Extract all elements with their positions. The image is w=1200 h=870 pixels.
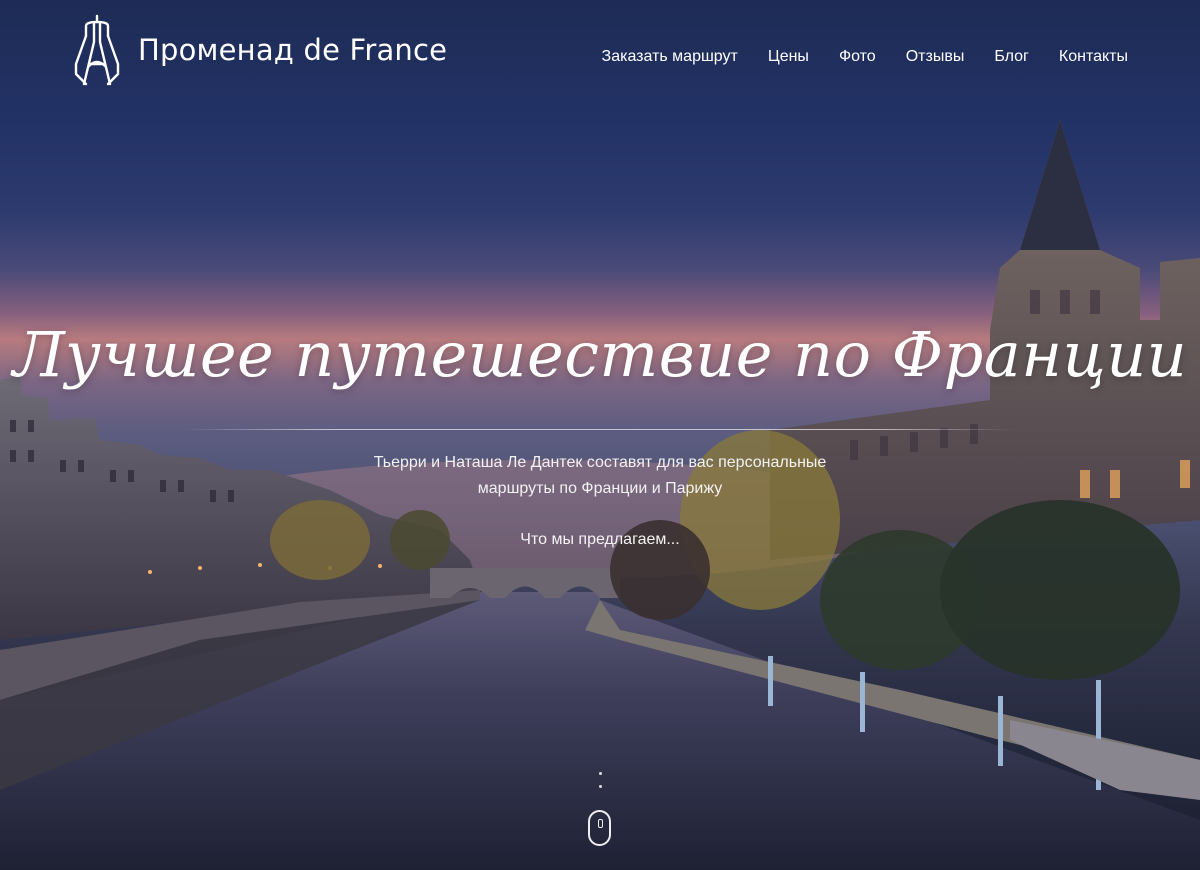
nav-item-blog[interactable]: Блог [994,48,1029,66]
hero-headline: Лучшее путешествие по Франции [12,318,1188,391]
hero-divider [185,429,1015,430]
nav-item-order-route[interactable]: Заказать маршрут [602,48,738,66]
nav-item-contacts[interactable]: Контакты [1059,48,1128,66]
hero-subtitle-line-1: Тьерри и Наташа Ле Дантек составят для в… [373,454,827,471]
hero-subtitle-line-2: маршруты по Франции и Парижу [477,480,723,497]
brand-logo[interactable]: Променад de France [72,14,447,86]
brand-name: Променад de France [138,33,448,67]
hero-subtitle: Тьерри и Наташа Ле Дантек составят для в… [300,450,900,502]
eiffel-tower-icon [74,14,120,86]
main-nav: Заказать маршрут Цены Фото Отзывы Блог К… [602,48,1128,66]
mouse-scroll-icon[interactable] [588,810,611,846]
nav-item-prices[interactable]: Цены [768,48,809,66]
what-we-offer-link[interactable]: Что мы предлагаем... [0,531,1200,549]
paris-seine-background [0,120,1200,870]
nav-item-reviews[interactable]: Отзывы [906,48,965,66]
nav-item-photo[interactable]: Фото [839,48,876,66]
hero-section: Променад de France Заказать маршрут Цены… [0,0,1200,870]
scroll-indicator-dots [597,772,603,798]
